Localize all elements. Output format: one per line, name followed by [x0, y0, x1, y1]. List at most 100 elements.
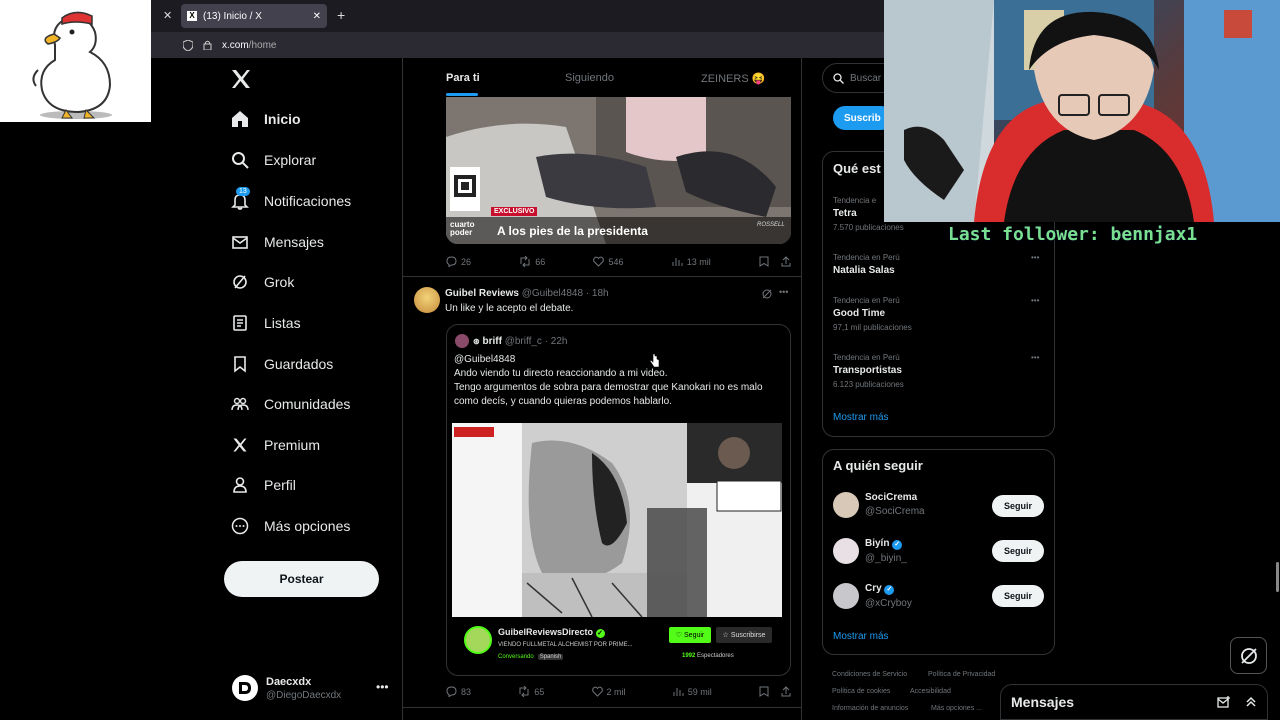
nav-item-inicio[interactable]: Inicio — [230, 109, 301, 129]
nav-item-mensajes[interactable]: Mensajes — [230, 232, 324, 252]
close-tab-icon[interactable]: ✕ — [313, 11, 321, 22]
post-button[interactable]: Postear — [224, 561, 379, 597]
trend-menu-icon[interactable]: ••• — [1031, 253, 1039, 262]
repost-count: 65 — [534, 686, 545, 697]
suggestion-name: Cry — [865, 583, 882, 594]
messages-drawer[interactable]: Mensajes — [1000, 684, 1268, 720]
tweet-menu-icon[interactable]: ••• — [779, 287, 788, 297]
nav-item-premium[interactable]: Premium — [230, 435, 320, 455]
tweet-image[interactable] — [446, 97, 791, 244]
suggestion-item[interactable]: SociCrema @SociCrema — [865, 492, 925, 517]
x-logo-icon — [230, 435, 250, 455]
tweet-time[interactable]: · 18h — [586, 288, 609, 299]
trend-menu-icon[interactable]: ••• — [1031, 296, 1039, 305]
avatar[interactable] — [833, 583, 859, 609]
avatar[interactable] — [833, 492, 859, 518]
like-count: 546 — [608, 256, 624, 267]
communities-icon — [230, 394, 250, 414]
footer-link[interactable]: Accesibilidad — [910, 688, 951, 695]
stream-tag: Conversando — [498, 654, 534, 660]
account-avatar[interactable] — [232, 675, 258, 701]
trend-item[interactable]: Tendencia en Perú Good Time 97,1 mil pub… — [833, 296, 912, 332]
nav-item-grok[interactable]: Grok — [230, 272, 294, 292]
suggestion-item[interactable]: Cry ✓ @xCryboy — [865, 583, 912, 609]
grok-icon — [230, 272, 250, 292]
nav-item-guardados[interactable]: Guardados — [230, 354, 333, 374]
tab-siguiendo[interactable]: Siguiendo — [565, 72, 614, 84]
like-button[interactable]: 546 — [593, 256, 624, 267]
follow-button[interactable]: Seguir — [992, 585, 1044, 607]
search-icon — [230, 150, 250, 170]
follow-button[interactable]: Seguir — [992, 495, 1044, 517]
tweet-author-name[interactable]: Guibel Reviews — [445, 288, 519, 299]
share-icon[interactable] — [781, 686, 791, 697]
url-path: /home — [248, 39, 277, 51]
tweet-author-handle[interactable]: @Guibel4848 — [522, 288, 583, 299]
expand-chevron-icon[interactable] — [1245, 696, 1257, 708]
close-tab-icon[interactable]: ✕ — [163, 9, 172, 22]
repost-button[interactable]: 65 — [518, 686, 544, 697]
tab-title: (13) Inicio / X — [203, 10, 262, 22]
footer-link[interactable]: Política de Privacidad — [928, 671, 995, 678]
show-more-follow-link[interactable]: Mostrar más — [833, 631, 889, 642]
tweet-text: Un like y le acepto el debate. — [445, 303, 574, 314]
stream-subscribe-button: ☆ Suscribirse — [716, 627, 772, 643]
address-bar[interactable]: x.com/home — [151, 32, 884, 58]
search-icon — [833, 72, 844, 84]
footer-link[interactable]: Condiciones de Servicio — [832, 671, 907, 678]
tweet2-actions: 83 65 2 mil 59 mil — [446, 686, 791, 697]
nav-label: Notificaciones — [264, 193, 352, 209]
stream-screenshot-image[interactable] — [452, 423, 782, 617]
reply-count: 83 — [461, 686, 472, 697]
lock-icon — [203, 40, 212, 50]
view-count: 59 mil — [687, 686, 712, 697]
reply-button[interactable]: 83 — [446, 686, 471, 697]
follow-button[interactable]: Seguir — [992, 540, 1044, 562]
new-tab-icon[interactable]: + — [337, 7, 345, 23]
mouse-cursor-icon — [650, 354, 660, 368]
account-name: Daecxdx — [266, 676, 312, 688]
account-menu-icon[interactable]: ••• — [376, 680, 389, 694]
footer-link[interactable]: Información de anuncios — [832, 705, 908, 712]
tab-zeiners[interactable]: ZEINERS 😝 — [701, 72, 765, 85]
nav-item-notificaciones[interactable]: 13 Notificaciones — [230, 187, 352, 211]
like-button[interactable]: 2 mil — [591, 686, 626, 697]
trend-item[interactable]: Tendencia en Perú Natalia Salas — [833, 253, 900, 276]
avatar[interactable] — [833, 538, 859, 564]
quote-author-name: briff — [482, 336, 502, 347]
grok-icon[interactable] — [761, 288, 773, 300]
grok-floating-button[interactable] — [1230, 637, 1267, 674]
nav-item-mas-opciones[interactable]: Más opciones — [230, 516, 350, 536]
footer-link[interactable]: Política de cookies — [832, 688, 890, 695]
who-to-follow-title: A quién seguir — [833, 458, 923, 473]
tab-para-ti[interactable]: Para ti — [446, 72, 480, 84]
trend-item[interactable]: Tendencia en Perú Transportistas 6.123 p… — [833, 353, 904, 389]
quote-header: ⊛ briff @briff_c · 22h — [473, 336, 568, 347]
show-more-trends-link[interactable]: Mostrar más — [833, 412, 889, 423]
footer-link[interactable]: Más opciones ... — [931, 705, 982, 712]
grok-icon — [1239, 646, 1259, 666]
reply-count: 26 — [461, 256, 472, 267]
avatar[interactable] — [414, 287, 440, 313]
trend-menu-icon[interactable]: ••• — [1031, 353, 1039, 362]
nav-item-listas[interactable]: Listas — [230, 313, 301, 333]
nav-item-explorar[interactable]: Explorar — [230, 150, 316, 170]
new-message-icon[interactable] — [1217, 696, 1231, 708]
page-scrollbar[interactable] — [1276, 562, 1279, 592]
views-button[interactable]: 13 mil — [672, 256, 711, 267]
heart-icon: ♡ — [675, 632, 683, 639]
bookmark-icon[interactable] — [759, 686, 769, 697]
x-logo-icon[interactable] — [230, 68, 252, 90]
suggestion-item[interactable]: Biyín ✓ @_biyin_ — [865, 538, 907, 564]
views-button[interactable]: 59 mil — [673, 686, 712, 697]
notification-badge: 13 — [236, 187, 250, 196]
x-favicon-icon: X — [187, 11, 197, 21]
nav-item-comunidades[interactable]: Comunidades — [230, 394, 350, 414]
repost-button[interactable]: 66 — [519, 256, 545, 267]
browser-tab-active[interactable]: X (13) Inicio / X ✕ — [181, 4, 327, 28]
reply-button[interactable]: 26 — [446, 256, 471, 267]
bookmark-icon[interactable] — [759, 256, 769, 267]
view-count: 13 mil — [686, 256, 711, 267]
nav-item-perfil[interactable]: Perfil — [230, 475, 296, 495]
share-icon[interactable] — [781, 256, 791, 267]
